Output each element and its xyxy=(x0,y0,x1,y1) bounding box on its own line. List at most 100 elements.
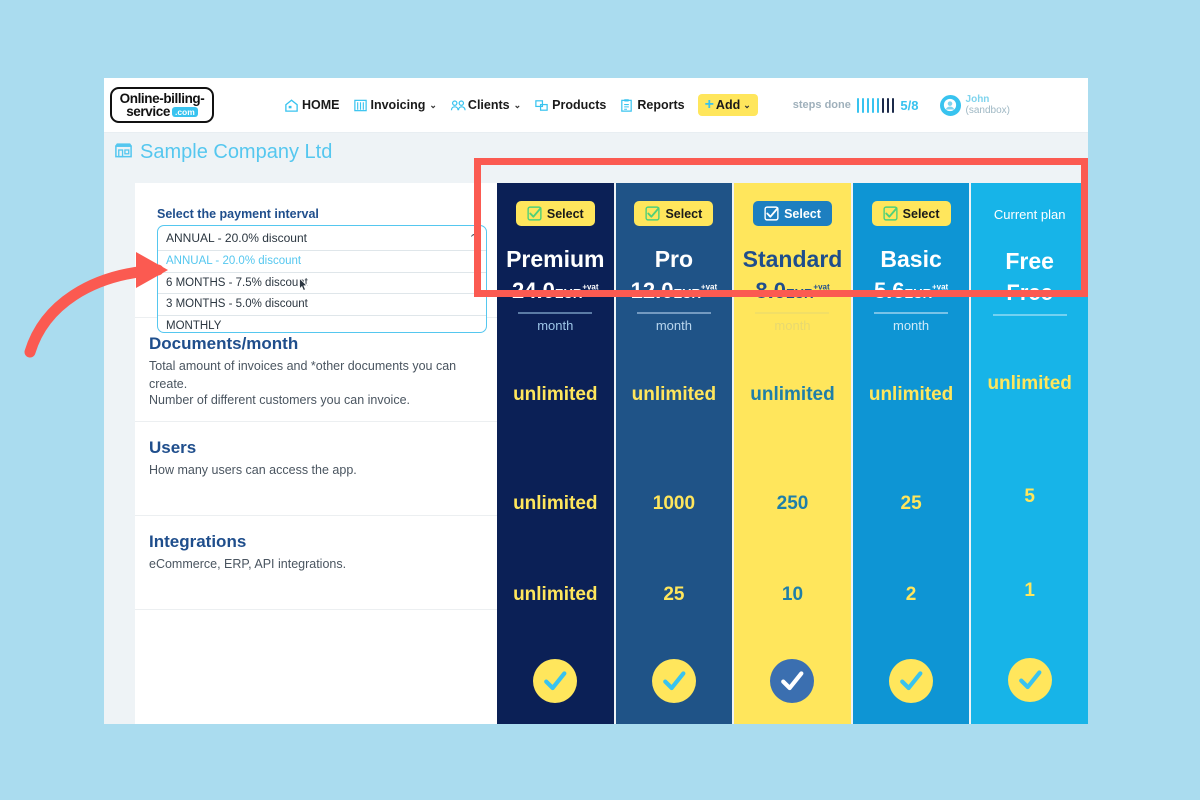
select-plan-label: Select xyxy=(902,206,940,221)
plan-column: Select Standard 8.0EUR+vat month unlimited 25… xyxy=(734,183,853,724)
check-circle-icon xyxy=(770,658,815,703)
plan-price-amount: 24.0 xyxy=(512,278,555,304)
payment-interval-label: Select the payment interval xyxy=(157,207,319,221)
payment-interval-selected-value[interactable]: ANNUAL - 20.0% discount ⌃ xyxy=(158,226,486,250)
plan-action-area: Select xyxy=(871,183,951,244)
plan-column: Select Basic 5.6EUR+vat month unlimited 25 2 xyxy=(852,183,972,724)
checkbox-check-icon xyxy=(883,206,898,221)
plan-action-area: Select xyxy=(515,183,595,244)
payment-interval-option[interactable]: 6 MONTHS - 7.5% discount xyxy=(158,271,486,294)
step-bar xyxy=(891,97,895,113)
plan-value-documents: unlimited xyxy=(513,493,598,515)
select-plan-button[interactable]: Select xyxy=(753,201,832,227)
company-building-icon xyxy=(114,141,133,164)
select-plan-label: Select xyxy=(546,206,584,221)
feature-row-customers: Select the payment interval ANNUAL - 20.… xyxy=(135,183,497,407)
screenshot-root: Online-billing- service .com HOME Invoic… xyxy=(0,0,1200,800)
checkbox-check-icon xyxy=(645,206,661,221)
logo-word: service xyxy=(126,104,170,119)
plan-value-customers: unlimited xyxy=(987,373,1072,395)
plan-price-amount: Free xyxy=(1006,280,1053,306)
plan-value-documents: 1000 xyxy=(652,493,696,515)
plan-price-period: month xyxy=(774,318,811,334)
plan-price-divider xyxy=(636,312,711,315)
products-icon xyxy=(534,98,549,113)
nav-item-clients[interactable]: Clients ⌄ xyxy=(450,98,521,113)
select-plan-button[interactable]: Select xyxy=(515,201,595,227)
plan-value-documents: 5 xyxy=(1024,486,1035,508)
plan-name: Pro xyxy=(654,246,694,273)
plus-icon: + xyxy=(704,96,714,113)
feature-row-integrations: Integrations eCommerce, ERP, API integra… xyxy=(135,516,497,610)
nav-item-products[interactable]: Products xyxy=(534,98,606,113)
payment-interval-select[interactable]: ANNUAL - 20.0% discount ⌃ ANNUAL - 20.0%… xyxy=(157,225,487,333)
steps-done-label: steps done xyxy=(792,99,851,111)
feature-title-integrations: Integrations xyxy=(149,532,247,551)
nav-item-invoicing[interactable]: Invoicing ⌄ xyxy=(353,98,437,113)
plan-value-integrations xyxy=(853,638,970,724)
payment-interval-option[interactable]: MONTHLY xyxy=(158,314,486,337)
app-logo[interactable]: Online-billing- service .com xyxy=(110,87,214,123)
feature-desc-customers: Number of different customers you can in… xyxy=(149,393,411,407)
nav-label-invoicing: Invoicing xyxy=(370,98,426,112)
plan-price-divider xyxy=(874,312,949,315)
selected-value-text: ANNUAL - 20.0% discount xyxy=(166,231,307,245)
plan-name: Basic xyxy=(880,246,942,273)
plan-action-area: Current plan xyxy=(994,183,1066,246)
user-menu[interactable]: John (sandbox) xyxy=(939,94,1010,117)
plan-price-period: month xyxy=(893,318,930,334)
feature-title-users: Users xyxy=(149,438,197,457)
plan-column: Select Premium 24.0EUR+vat month unlimited un… xyxy=(497,183,616,724)
invoicing-icon xyxy=(353,98,368,113)
check-circle-icon xyxy=(889,658,934,703)
chevron-down-icon: ⌄ xyxy=(743,99,751,110)
select-plan-button[interactable]: Select xyxy=(871,201,951,227)
plan-value-users: 1 xyxy=(1024,579,1035,601)
plan-value-integrations xyxy=(734,638,851,724)
nav-item-home[interactable]: HOME xyxy=(284,98,340,113)
step-bar xyxy=(861,97,865,113)
steps-done-count: 5/8 xyxy=(900,97,919,113)
plan-value-users: 2 xyxy=(905,583,917,605)
plan-value-integrations xyxy=(971,635,1088,724)
home-icon xyxy=(284,98,299,113)
plan-value-users: unlimited xyxy=(513,583,598,605)
payment-interval-option[interactable]: ANNUAL - 20.0% discount xyxy=(158,250,486,272)
plan-name: Free xyxy=(1005,248,1054,275)
app-window: Online-billing- service .com HOME Invoic… xyxy=(104,78,1088,724)
add-button[interactable]: + Add ⌄ xyxy=(697,94,758,116)
payment-interval-block: Select the payment interval ANNUAL - 20.… xyxy=(149,199,487,333)
plan-column: Select Pro 12.0EUR+vat month unlimited 1000 25 xyxy=(615,183,735,724)
plan-price-currency: EUR xyxy=(673,286,701,302)
plan-price: 5.6EUR+vat xyxy=(874,278,948,304)
select-plan-button[interactable]: Select xyxy=(634,201,714,227)
step-bar xyxy=(886,97,890,113)
user-environment: (sandbox) xyxy=(965,105,1010,116)
plan-price: Free xyxy=(1006,280,1052,306)
payment-interval-options: ANNUAL - 20.0% discount 6 MONTHS - 7.5% d… xyxy=(158,250,486,336)
plan-comparison-table: Select the payment interval ANNUAL - 20.… xyxy=(104,171,1088,724)
plan-price-period: month xyxy=(537,318,574,334)
plan-price-period: month xyxy=(655,318,692,334)
plan-price-currency: EUR xyxy=(554,286,583,302)
payment-interval-option[interactable]: 3 MONTHS - 5.0% discount xyxy=(158,293,486,315)
step-bar xyxy=(871,97,875,113)
logo-tld-badge: .com xyxy=(171,106,198,117)
chevron-down-icon: ⌄ xyxy=(429,99,437,110)
plan-price: 24.0EUR+vat xyxy=(512,278,599,304)
plan-price-divider xyxy=(992,314,1067,317)
nav-item-reports[interactable]: Reports xyxy=(619,98,685,113)
steps-progress-bars xyxy=(856,97,895,113)
plan-price: 12.0EUR+vat xyxy=(631,278,718,304)
plan-value-integrations xyxy=(497,638,614,724)
plan-value-documents: 250 xyxy=(776,493,809,515)
plan-value-integrations xyxy=(616,638,733,724)
check-circle-icon xyxy=(1007,657,1052,702)
feature-row-users: Users How many users can access the app. xyxy=(135,422,497,516)
plan-price-vat: +vat xyxy=(582,283,599,292)
checkbox-check-icon xyxy=(764,206,779,221)
nav-label-home: HOME xyxy=(302,98,340,112)
logo-line-1: Online-billing- xyxy=(119,90,205,106)
chevron-up-icon: ⌃ xyxy=(468,232,478,245)
nav-items: HOME Invoicing ⌄ Clients ⌄ Products Repo… xyxy=(284,94,918,116)
